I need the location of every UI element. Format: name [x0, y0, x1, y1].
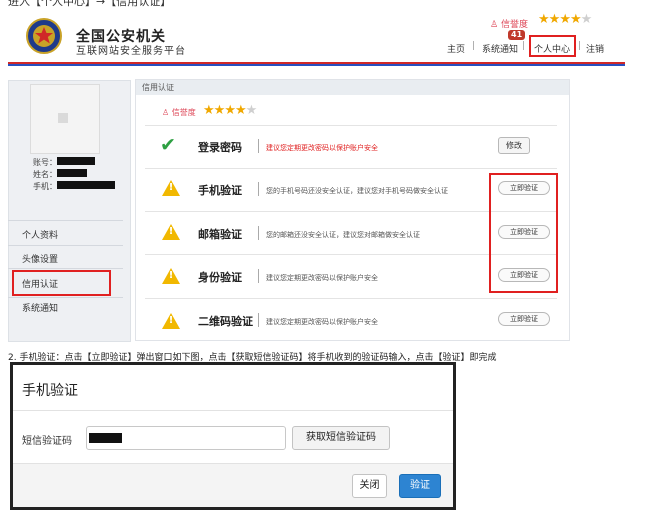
row-separator [258, 139, 259, 153]
dialog-title: 手机验证 [22, 383, 78, 399]
header-divider-blue [8, 64, 625, 66]
credit-label: ♙ 信誉度 [162, 108, 196, 117]
nav-separator: | [472, 41, 476, 51]
row-separator [258, 313, 259, 327]
rating-stars: ★★★★★ [538, 12, 593, 27]
credit-icon: ♙ [490, 20, 499, 30]
sidebar-item-avatar-settings[interactable]: 头像设置 [22, 252, 58, 265]
credit-icon: ♙ [162, 108, 170, 117]
nav-separator: | [578, 41, 582, 51]
verify-now-button-qr-code[interactable]: 立即验证 [498, 312, 550, 326]
row-desc-phone: 您的手机号码还没安全认证，建议您对手机号码做安全认证 [266, 187, 448, 195]
menu-divider [8, 268, 123, 269]
row-separator [258, 226, 259, 240]
redacted-name [57, 169, 87, 177]
redacted-phone [57, 181, 115, 189]
row-name-identity: 身份验证 [198, 271, 242, 284]
nav-system-notice[interactable]: 系统通知 [482, 42, 518, 55]
row-desc-email: 您的邮箱还没安全认证，建议您对邮箱做安全认证 [266, 231, 420, 239]
row-divider [145, 125, 557, 126]
star-icon: ★ [213, 103, 226, 118]
row-name-email: 邮箱验证 [198, 228, 242, 241]
panel-title: 信用认证 [142, 83, 174, 92]
menu-divider [8, 220, 123, 221]
verify-button[interactable]: 验证 [399, 474, 441, 498]
panel-header [136, 80, 569, 95]
close-button[interactable]: 关闭 [352, 474, 387, 498]
star-icon: ★ [203, 103, 215, 118]
star-icon: ★ [559, 12, 571, 27]
row-separator [258, 182, 259, 196]
menu-divider [8, 245, 123, 246]
row-divider [145, 168, 557, 169]
highlight-box-credit-auth [12, 270, 111, 296]
sms-code-label: 短信验证码 [22, 436, 72, 447]
warning-mark: ! [168, 315, 174, 326]
account-label: 账号： [33, 158, 57, 167]
name-label: 姓名： [33, 170, 57, 179]
warning-mark: ! [168, 226, 174, 237]
check-icon: ✔ [160, 134, 176, 156]
star-empty-icon: ★ [580, 12, 593, 27]
row-name-login-password: 登录密码 [198, 141, 242, 154]
row-name-qr-code: 二维码验证 [198, 315, 253, 328]
row-desc-identity: 建议您定期更改密码以保护账户安全 [266, 274, 378, 282]
nav-separator: | [522, 41, 526, 51]
brand-subtitle: 互联网站安全服务平台 [76, 46, 186, 57]
credit-label: ♙ 信誉度 [490, 20, 528, 30]
row-separator [258, 269, 259, 283]
star-icon: ★ [548, 12, 561, 27]
star-empty-icon: ★ [245, 103, 258, 118]
dialog-footer [13, 463, 453, 507]
highlight-box-verify-buttons [489, 173, 558, 293]
star-icon: ★ [234, 103, 247, 118]
star-icon: ★ [538, 12, 550, 27]
phone-label: 手机： [33, 182, 57, 191]
highlight-box-personal-center [529, 35, 576, 57]
row-name-phone: 手机验证 [198, 184, 242, 197]
row-desc-login-password: 建议您定期更改密码以保护账户安全 [266, 144, 378, 152]
top-caption: 进入【个人中心】→【信用认证】 [8, 0, 172, 8]
star-icon: ★ [224, 103, 236, 118]
rating-stars: ★★★★★ [203, 103, 258, 118]
warning-mark: ! [168, 182, 174, 193]
notification-count-badge: 41 [508, 30, 526, 40]
menu-divider [8, 297, 123, 298]
dialog-divider [13, 410, 453, 411]
row-desc-qr-code: 建议您定期更改密码以保护账户安全 [266, 318, 378, 326]
redacted-account [57, 157, 95, 165]
row-divider [145, 298, 557, 299]
warning-mark: ! [168, 270, 174, 281]
police-emblem-logo [26, 18, 62, 54]
avatar-placeholder-icon [58, 113, 68, 123]
modify-button[interactable]: 修改 [498, 137, 530, 154]
get-sms-code-button[interactable]: 获取短信验证码 [292, 426, 390, 450]
star-icon: ★ [569, 12, 582, 27]
nav-home[interactable]: 主页 [447, 42, 465, 55]
nav-logout[interactable]: 注销 [586, 42, 604, 55]
sidebar-item-profile[interactable]: 个人资料 [22, 228, 58, 241]
sidebar-item-system-notice[interactable]: 系统通知 [22, 301, 58, 314]
redacted-code [89, 433, 122, 443]
